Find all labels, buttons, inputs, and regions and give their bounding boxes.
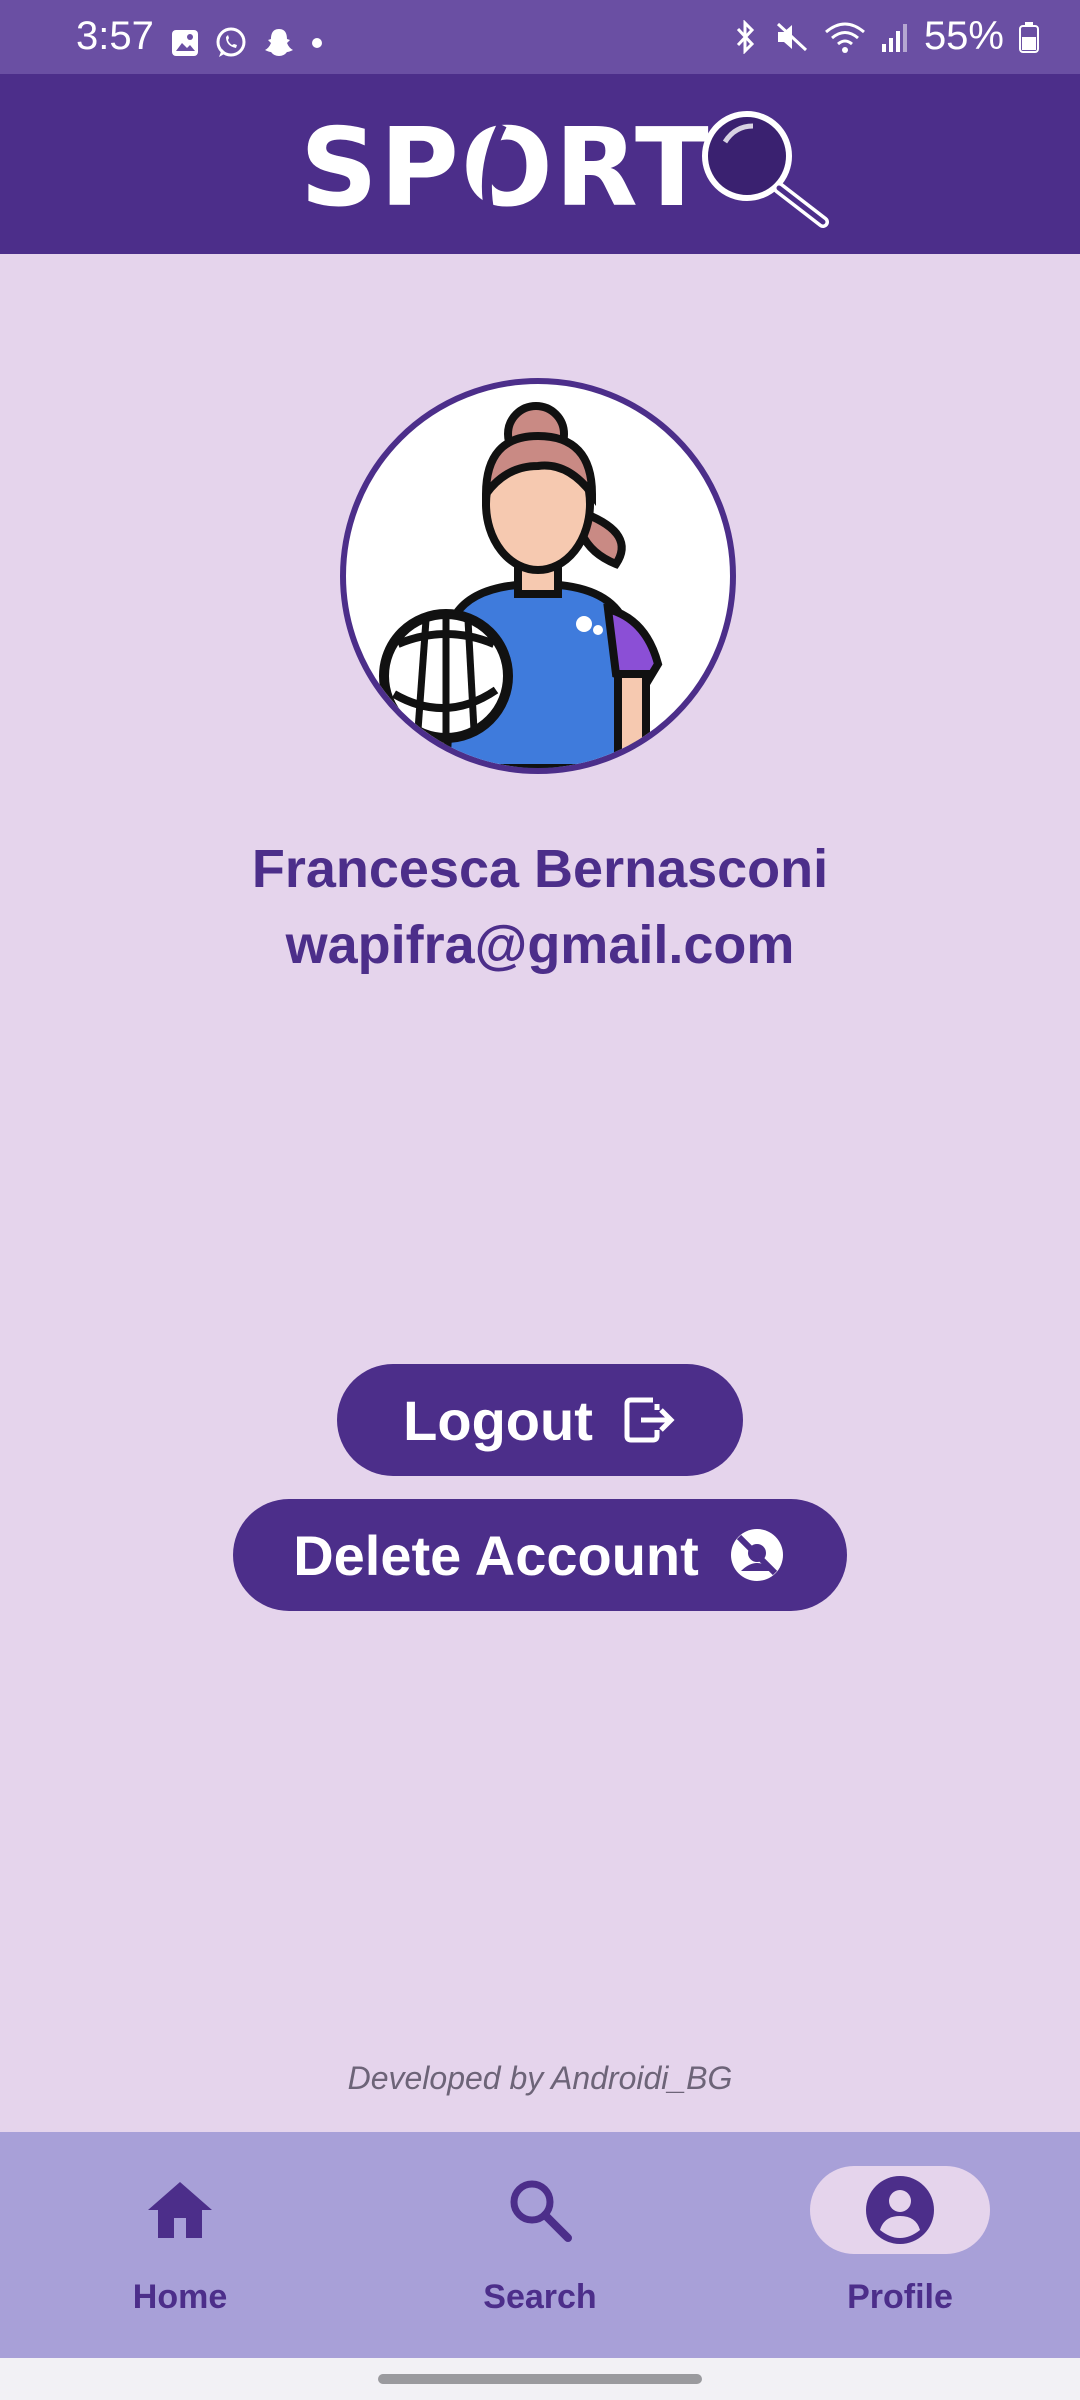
system-status: 55% — [730, 14, 1040, 59]
home-gesture-bar[interactable] — [378, 2374, 702, 2384]
bluetooth-icon — [736, 19, 755, 54]
nav-item-profile[interactable]: Profile — [720, 2132, 1080, 2358]
snapchat-icon — [265, 29, 293, 56]
status-bar: 3:57 55% — [0, 0, 1080, 74]
mute-icon — [776, 22, 807, 51]
app-logo: SPORT — [300, 104, 830, 234]
dot-icon — [312, 38, 322, 48]
battery-percentage: 55% — [923, 14, 1004, 58]
wifi-icon — [824, 22, 865, 53]
volleyball-player-illustration — [379, 402, 663, 768]
app-header: SPORT — [0, 74, 1080, 254]
delete-account-icon — [730, 1529, 783, 1581]
battery-icon — [1019, 21, 1039, 53]
search-icon — [510, 2180, 572, 2242]
signal-icon — [881, 23, 907, 52]
nav-label-home: Home — [132, 2278, 228, 2316]
profile-icon — [866, 2176, 934, 2244]
nav-icon-wrap — [450, 2166, 630, 2254]
home-icon — [148, 2182, 212, 2238]
status-time: 3:57 — [76, 14, 154, 58]
whatsapp-icon — [216, 27, 246, 57]
nav-icon-wrap — [90, 2166, 270, 2254]
nav-label-search: Search — [483, 2278, 597, 2316]
logout-button[interactable]: Logout — [337, 1364, 743, 1476]
nav-icon-wrap-active — [810, 2166, 990, 2254]
bottom-navigation: Home Search Profile — [0, 2132, 1080, 2358]
profile-avatar — [340, 378, 736, 774]
image-icon — [172, 30, 198, 56]
delete-account-label: Delete Account — [293, 1523, 699, 1587]
user-email: wapifra@gmail.com — [285, 915, 795, 975]
nav-label-profile: Profile — [847, 2278, 953, 2316]
developer-credit: Developed by Androidi_BG — [347, 2060, 733, 2096]
nav-item-home[interactable]: Home — [0, 2132, 360, 2358]
magnifier-logo-icon — [702, 111, 829, 228]
logout-label: Logout — [403, 1388, 593, 1452]
notification-icons — [170, 26, 324, 60]
logout-icon — [624, 1397, 675, 1443]
ball-stripe-icon — [481, 122, 507, 217]
user-name: Francesca Bernasconi — [251, 839, 829, 899]
delete-account-button[interactable]: Delete Account — [233, 1499, 847, 1611]
system-gesture-area — [0, 2358, 1080, 2400]
nav-item-search[interactable]: Search — [360, 2132, 720, 2358]
